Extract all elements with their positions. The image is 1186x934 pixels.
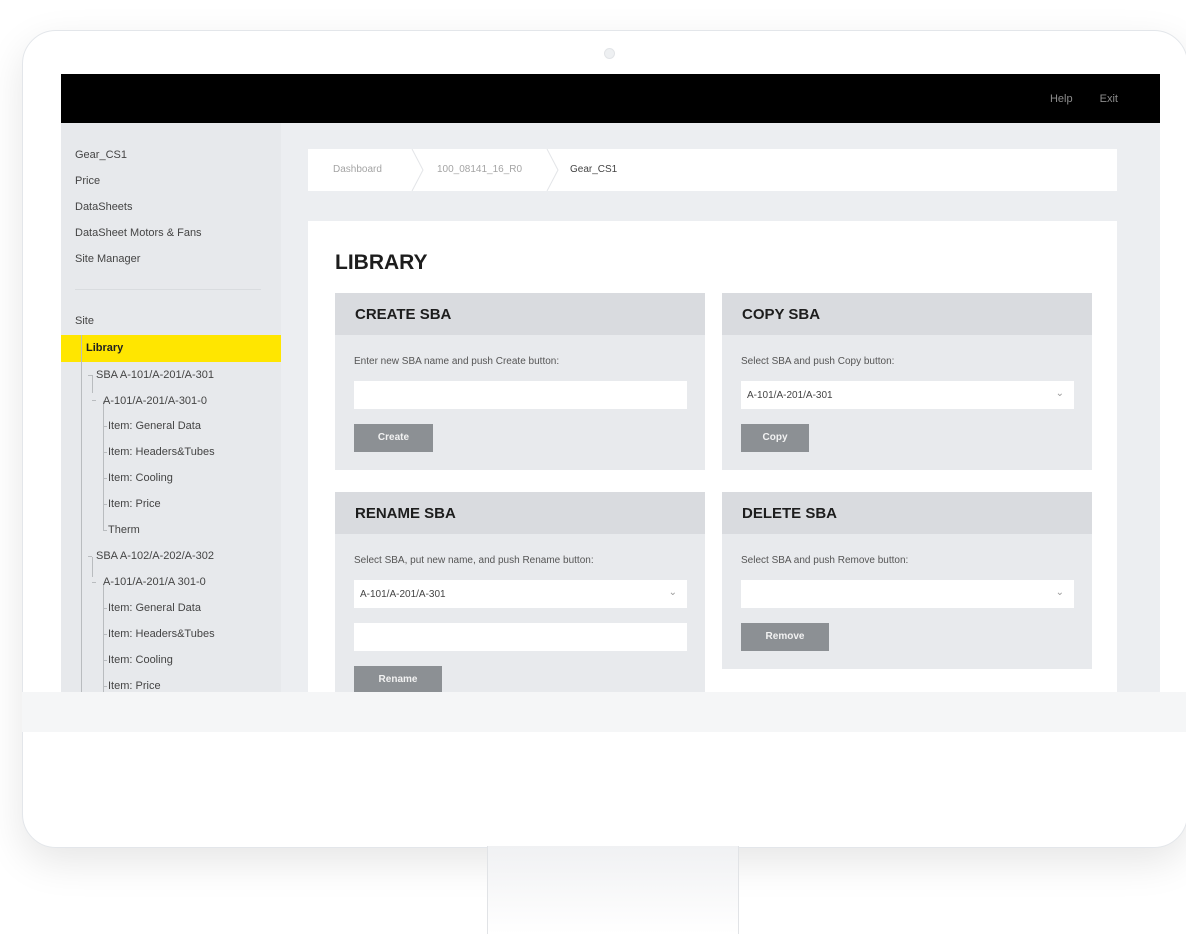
tree-item[interactable]: Item: Cooling: [108, 654, 173, 666]
page-title: LIBRARY: [335, 251, 428, 274]
sidebar: Gear_CS1 Price DataSheets DataSheet Moto…: [61, 123, 281, 692]
tree-item[interactable]: Item: General Data: [108, 602, 201, 614]
rename-select-value: A-101/A-201/A-301: [360, 589, 446, 600]
breadcrumb-current: Gear_CS1: [570, 164, 618, 175]
camera-dot: [604, 48, 615, 59]
tree-item[interactable]: Item: General Data: [108, 420, 201, 432]
sidebar-item-site-manager[interactable]: Site Manager: [75, 251, 202, 277]
sidebar-item-gear[interactable]: Gear_CS1: [75, 147, 202, 173]
tree-line: [103, 401, 104, 531]
chevron-down-icon: ⌄: [1055, 388, 1064, 399]
remove-button[interactable]: Remove: [741, 623, 829, 651]
copy-sba-select[interactable]: A-101/A-201/A-301 ⌄: [741, 381, 1074, 409]
card-header: DELETE SBA: [722, 492, 1092, 534]
tree-line: [92, 557, 93, 577]
create-sba-card: CREATE SBA Enter new SBA name and push C…: [335, 293, 705, 470]
rename-name-input[interactable]: [354, 623, 687, 651]
sidebar-item-price[interactable]: Price: [75, 173, 202, 199]
delete-instruction: Select SBA and push Remove button:: [741, 555, 909, 566]
tree-connector: [103, 478, 107, 479]
rename-instruction: Select SBA, put new name, and push Renam…: [354, 555, 594, 566]
monitor-stand: [487, 846, 739, 934]
rename-sba-title: RENAME SBA: [355, 505, 456, 522]
tree-connector: [88, 556, 92, 557]
exit-link[interactable]: Exit: [1100, 93, 1118, 105]
tree-line: [103, 585, 104, 692]
tree-connector: [92, 400, 96, 401]
sidebar-library-label: Library: [86, 342, 124, 354]
sidebar-item-datasheets[interactable]: DataSheets: [75, 199, 202, 225]
tree-connector: [103, 452, 107, 453]
rename-sba-select[interactable]: A-101/A-201/A-301 ⌄: [354, 580, 687, 608]
help-link[interactable]: Help: [1050, 93, 1073, 105]
chevron-down-icon: ⌄: [1055, 587, 1064, 598]
top-bar: Help Exit: [61, 74, 1160, 123]
create-instruction: Enter new SBA name and push Create butto…: [354, 356, 560, 367]
tree-item[interactable]: Item: Headers&Tubes: [108, 628, 215, 640]
copy-sba-card: COPY SBA Select SBA and push Copy button…: [722, 293, 1092, 470]
tree-connector: [103, 686, 107, 687]
copy-instruction: Select SBA and push Copy button:: [741, 356, 895, 367]
delete-sba-select[interactable]: ⌄: [741, 580, 1074, 608]
tree-line: [92, 375, 93, 393]
breadcrumb: Dashboard 100_08141_16_R0 Gear_CS1: [308, 149, 1117, 191]
tree-connector: [92, 582, 96, 583]
card-header: RENAME SBA: [335, 492, 705, 534]
card-header: COPY SBA: [722, 293, 1092, 335]
tree-connector: [103, 660, 107, 661]
sidebar-site-label[interactable]: Site: [75, 315, 94, 327]
sidebar-item-datasheet-motors[interactable]: DataSheet Motors & Fans: [75, 225, 202, 251]
sidebar-menu: Gear_CS1 Price DataSheets DataSheet Moto…: [75, 147, 202, 277]
create-sba-title: CREATE SBA: [355, 306, 452, 323]
breadcrumb-dashboard[interactable]: Dashboard: [333, 164, 382, 175]
tree-item[interactable]: Item: Cooling: [108, 472, 173, 484]
app-screen: Help Exit Gear_CS1 Price DataSheets Data…: [61, 74, 1160, 692]
tree-item[interactable]: Item: Price: [108, 498, 161, 510]
delete-sba-title: DELETE SBA: [742, 505, 838, 522]
rename-sba-card: RENAME SBA Select SBA, put new name, and…: [335, 492, 705, 692]
copy-select-value: A-101/A-201/A-301: [747, 390, 833, 401]
breadcrumb-separator-icon: [411, 149, 424, 191]
copy-button[interactable]: Copy: [741, 424, 809, 452]
tree-connector: [103, 634, 107, 635]
monitor-chin: [22, 692, 1186, 732]
tree-item[interactable]: Item: Price: [108, 680, 161, 692]
tree-connector: [103, 504, 107, 505]
breadcrumb-separator-icon: [546, 149, 559, 191]
create-button[interactable]: Create: [354, 424, 433, 452]
tree-item[interactable]: Therm: [108, 524, 140, 536]
sidebar-divider: [75, 289, 261, 290]
delete-sba-card: DELETE SBA Select SBA and push Remove bu…: [722, 492, 1092, 669]
rename-button[interactable]: Rename: [354, 666, 442, 692]
breadcrumb-project[interactable]: 100_08141_16_R0: [437, 164, 522, 175]
library-panel: LIBRARY CREATE SBA Enter new SBA name an…: [308, 221, 1117, 692]
top-nav: Help Exit: [1026, 93, 1118, 105]
tree-item[interactable]: Item: Headers&Tubes: [108, 446, 215, 458]
tree-item[interactable]: A-101/A-201/A-301-0: [103, 395, 207, 407]
tree-connector: [103, 426, 107, 427]
tree-connector: [88, 375, 92, 376]
card-header: CREATE SBA: [335, 293, 705, 335]
tree-connector: [103, 608, 107, 609]
chevron-down-icon: ⌄: [668, 587, 677, 598]
tree-item[interactable]: SBA A-101/A-201/A-301: [96, 369, 214, 381]
tree-item[interactable]: A-101/A-201/A 301-0: [103, 576, 206, 588]
tree-line: [81, 335, 82, 692]
sidebar-item-library[interactable]: Library: [61, 335, 281, 362]
create-name-input[interactable]: [354, 381, 687, 409]
tree-item[interactable]: SBA A-102/A-202/A-302: [96, 550, 214, 562]
tree-connector: [103, 530, 107, 531]
copy-sba-title: COPY SBA: [742, 306, 821, 323]
